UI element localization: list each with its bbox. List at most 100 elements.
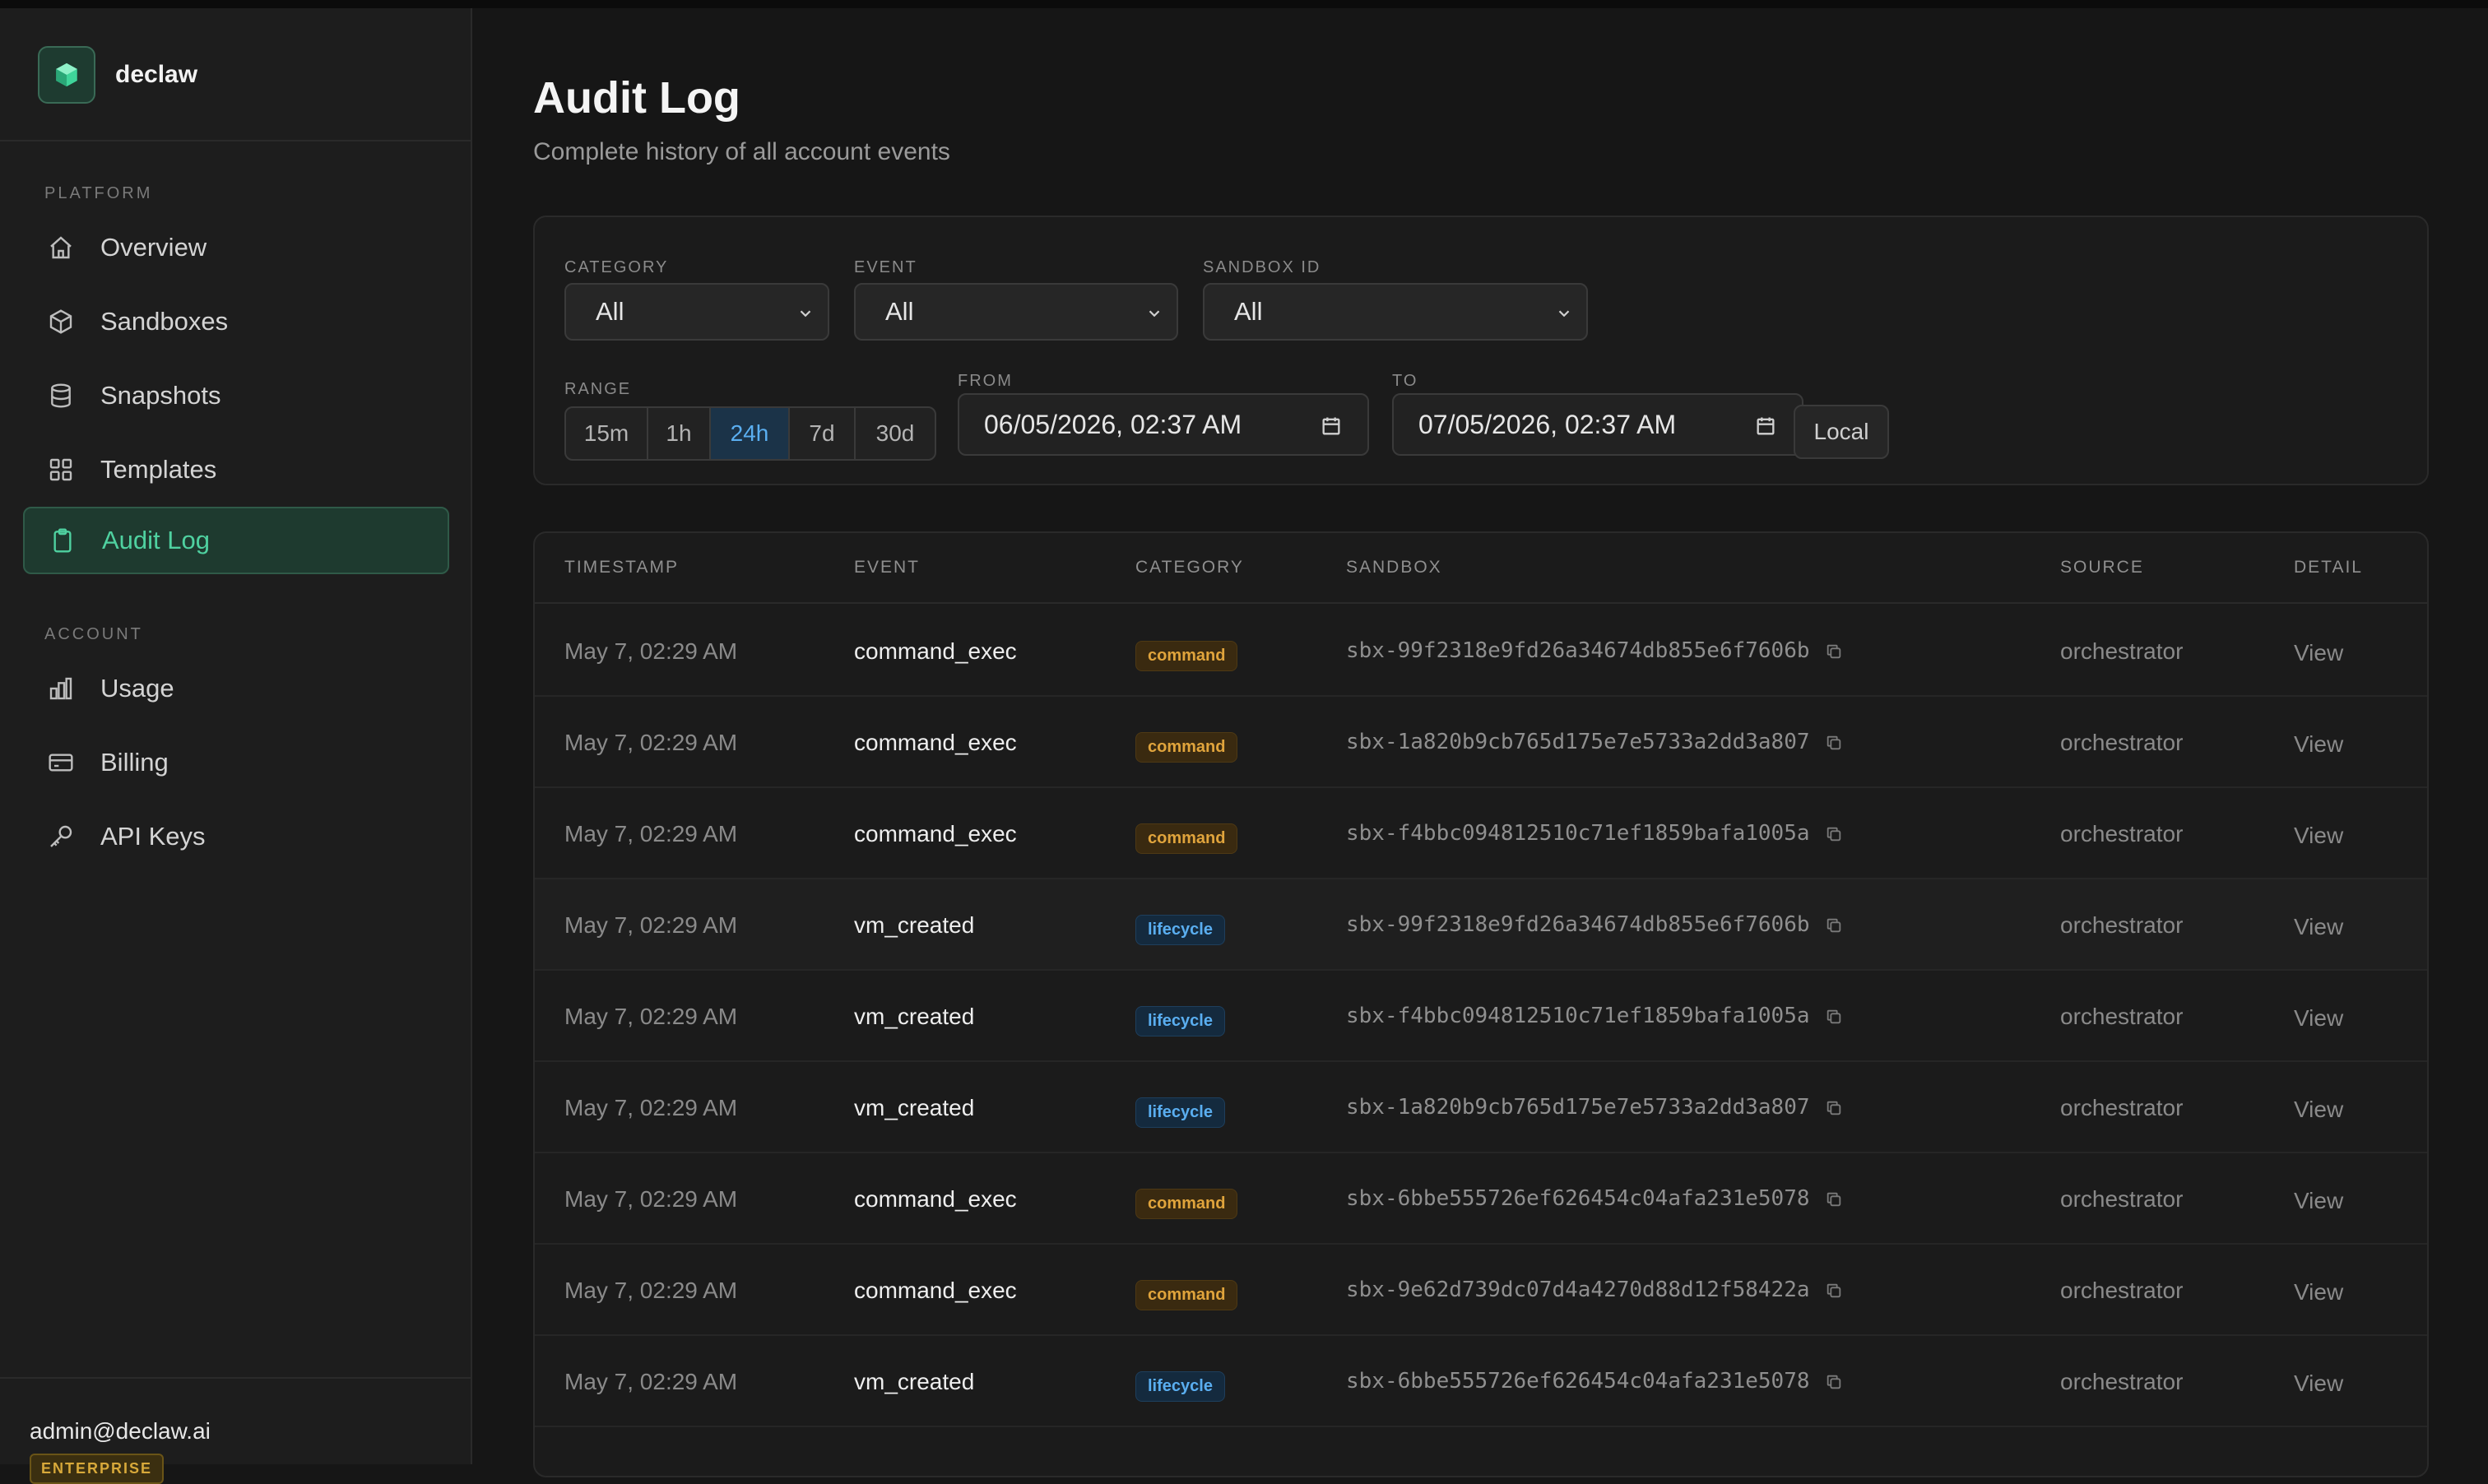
view-detail-link[interactable]: View [2294, 731, 2343, 758]
range-7d-button[interactable]: 7d [790, 408, 856, 459]
to-datetime-value: 07/05/2026, 02:37 AM [1418, 409, 1677, 439]
copy-icon[interactable] [1825, 1190, 1843, 1208]
sidebar-item-templates[interactable]: Templates [23, 436, 449, 503]
event-cell: vm_created [854, 1095, 975, 1120]
table-row[interactable]: May 7, 02:29 AM vm_created lifecycle sbx-6b… [535, 1336, 2427, 1427]
category-select-value: All [596, 297, 624, 326]
key-icon [46, 822, 76, 851]
view-detail-link[interactable]: View [2294, 914, 2343, 940]
cube-icon [46, 307, 76, 336]
sandbox-id[interactable]: sbx-6bbe555726ef626454c04afa231e5078 [1346, 1186, 1810, 1211]
category-select[interactable]: All [564, 283, 829, 341]
copy-icon[interactable] [1825, 1372, 1843, 1390]
copy-icon[interactable] [1825, 642, 1843, 660]
main-content: Audit Log Complete history of all accoun… [472, 8, 2488, 1477]
database-icon [46, 381, 76, 410]
sandbox-cell: sbx-6bbe555726ef626454c04afa231e5078 [1346, 1186, 1843, 1211]
view-detail-link[interactable]: View [2294, 1370, 2343, 1397]
from-datetime-input[interactable]: 06/05/2026, 02:37 AM [958, 393, 1369, 456]
category-cell: command [1135, 640, 1238, 671]
sidebar-item-audit-log[interactable]: Audit Log [23, 507, 449, 574]
sidebar-item-billing[interactable]: Billing [23, 729, 449, 796]
calendar-icon[interactable] [1320, 415, 1343, 438]
sidebar-item-label: Usage [100, 674, 174, 703]
filter-panel: CATEGORY All EVENT All SANDBOX ID All RA… [533, 216, 2429, 485]
view-detail-link[interactable]: View [2294, 640, 2343, 666]
view-detail-link[interactable]: View [2294, 823, 2343, 849]
timezone-local-button[interactable]: Local [1794, 405, 1889, 459]
source-cell: orchestrator [2060, 730, 2184, 755]
sandbox-cell: sbx-1a820b9cb765d175e7e5733a2dd3a807 [1346, 730, 1843, 754]
chevron-down-icon [1558, 310, 1570, 318]
to-datetime-input[interactable]: 07/05/2026, 02:37 AM [1392, 393, 1803, 456]
copy-icon[interactable] [1825, 916, 1843, 934]
category-badge: command [1135, 823, 1238, 854]
table-row[interactable]: May 7, 02:29 AM vm_created lifecycle sbx-1a… [535, 1062, 2427, 1153]
table-row[interactable]: May 7, 02:29 AM command_exec command sbx-6b… [535, 1153, 2427, 1245]
calendar-icon[interactable] [1754, 415, 1777, 438]
sidebar-item-usage[interactable]: Usage [23, 655, 449, 722]
category-badge: lifecycle [1135, 1006, 1225, 1036]
category-badge: lifecycle [1135, 1097, 1225, 1128]
copy-icon[interactable] [1825, 733, 1843, 751]
sidebar-item-overview[interactable]: Overview [23, 214, 449, 281]
event-cell: command_exec [854, 1186, 1017, 1212]
sidebar-item-api-keys[interactable]: API Keys [23, 803, 449, 870]
user-email[interactable]: admin@declaw.ai [30, 1418, 211, 1445]
table-row[interactable]: May 7, 02:29 AM command_exec command sbx-1a… [535, 697, 2427, 788]
copy-icon[interactable] [1825, 1007, 1843, 1025]
table-row[interactable]: May 7, 02:29 AM vm_created lifecycle sbx-f4… [535, 971, 2427, 1062]
table-row[interactable]: May 7, 02:29 AM vm_created lifecycle sbx-99… [535, 879, 2427, 971]
sidebar-item-snapshots[interactable]: Snapshots [23, 362, 449, 429]
timestamp-cell: May 7, 02:29 AM [564, 1278, 738, 1303]
column-header-timestamp[interactable]: TIMESTAMP [564, 558, 679, 577]
sandbox-id[interactable]: sbx-1a820b9cb765d175e7e5733a2dd3a807 [1346, 730, 1810, 754]
sandbox-id[interactable]: sbx-99f2318e9fd26a34674db855e6f7606b [1346, 638, 1810, 663]
source-cell: orchestrator [2060, 638, 2184, 664]
column-header-source[interactable]: SOURCE [2060, 558, 2144, 577]
range-30d-button[interactable]: 30d [856, 408, 935, 459]
sidebar-item-label: Snapshots [100, 381, 221, 410]
event-cell: command_exec [854, 730, 1017, 755]
category-badge: lifecycle [1135, 1371, 1225, 1402]
view-detail-link[interactable]: View [2294, 1279, 2343, 1305]
table-row[interactable]: May 7, 02:29 AM command_exec command sbx-99… [535, 605, 2427, 697]
event-cell: command_exec [854, 638, 1017, 664]
sandbox-id[interactable]: sbx-1a820b9cb765d175e7e5733a2dd3a807 [1346, 1095, 1810, 1120]
view-detail-link[interactable]: View [2294, 1188, 2343, 1214]
table-row[interactable]: May 7, 02:29 AM command_exec command sbx-9e… [535, 1245, 2427, 1336]
column-header-sandbox[interactable]: SANDBOX [1346, 558, 1442, 577]
sandbox-id[interactable]: sbx-9e62d739dc07d4a4270d88d12f58422a [1346, 1278, 1810, 1302]
page-subtitle: Complete history of all account events [533, 138, 950, 165]
audit-log-table: TIMESTAMP EVENT CATEGORY SANDBOX SOURCE … [533, 531, 2429, 1477]
sandbox-id[interactable]: sbx-f4bbc094812510c71ef1859bafa1005a [1346, 1004, 1810, 1028]
category-cell: lifecycle [1135, 914, 1225, 945]
event-cell: vm_created [854, 1369, 975, 1394]
sandbox-id[interactable]: sbx-f4bbc094812510c71ef1859bafa1005a [1346, 821, 1810, 846]
sidebar-item-label: Templates [100, 455, 217, 484]
chevron-down-icon [800, 310, 811, 318]
table-row[interactable]: May 7, 02:29 AM command_exec command sbx-f4… [535, 788, 2427, 879]
column-header-detail[interactable]: DETAIL [2294, 558, 2363, 577]
category-badge: command [1135, 1280, 1238, 1310]
window-top-strip [0, 0, 2488, 8]
sandbox-id[interactable]: sbx-6bbe555726ef626454c04afa231e5078 [1346, 1369, 1810, 1394]
copy-icon[interactable] [1825, 824, 1843, 842]
to-label: TO [1392, 372, 1418, 390]
view-detail-link[interactable]: View [2294, 1097, 2343, 1123]
copy-icon[interactable] [1825, 1098, 1843, 1116]
range-15m-button[interactable]: 15m [566, 408, 648, 459]
event-select[interactable]: All [854, 283, 1178, 341]
category-cell: command [1135, 1188, 1238, 1219]
home-icon [46, 233, 76, 262]
sandbox-id[interactable]: sbx-99f2318e9fd26a34674db855e6f7606b [1346, 912, 1810, 937]
column-header-category[interactable]: CATEGORY [1135, 558, 1244, 577]
range-1h-button[interactable]: 1h [648, 408, 711, 459]
column-header-event[interactable]: EVENT [854, 558, 920, 577]
copy-icon[interactable] [1825, 1281, 1843, 1299]
brand[interactable]: declaw [38, 46, 197, 104]
sandbox-select[interactable]: All [1203, 283, 1588, 341]
view-detail-link[interactable]: View [2294, 1005, 2343, 1032]
range-24h-button[interactable]: 24h [711, 408, 790, 459]
sidebar-item-sandboxes[interactable]: Sandboxes [23, 288, 449, 355]
